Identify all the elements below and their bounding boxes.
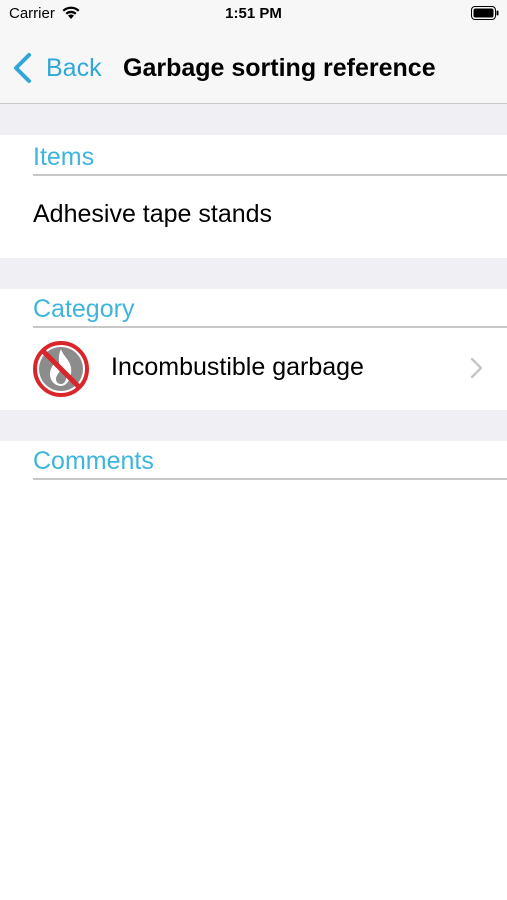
section-separator (0, 410, 507, 441)
no-fire-icon (33, 341, 89, 397)
category-header-label: Category (33, 295, 135, 323)
items-section-header: Items (33, 135, 507, 176)
navigation-bar: Back Garbage sorting reference (0, 30, 507, 104)
back-button[interactable]: Back (12, 50, 102, 86)
category-row[interactable]: Incombustible garbage (0, 326, 507, 410)
back-label: Back (46, 53, 102, 82)
chevron-right-icon (470, 357, 483, 379)
status-time: 1:51 PM (225, 5, 282, 22)
status-bar: Carrier 1:51 PM (0, 0, 507, 30)
category-section-header: Category (33, 287, 507, 328)
section-separator (0, 104, 507, 135)
category-value: Incombustible garbage (111, 353, 364, 381)
section-separator (0, 258, 507, 289)
battery-icon (471, 6, 499, 20)
items-header-label: Items (33, 143, 95, 171)
chevron-left-icon (14, 53, 31, 83)
page-title: Garbage sorting reference (123, 54, 436, 82)
items-value: Adhesive tape stands (33, 200, 273, 228)
comments-section-header: Comments (33, 439, 507, 480)
comments-header-label: Comments (33, 447, 154, 475)
